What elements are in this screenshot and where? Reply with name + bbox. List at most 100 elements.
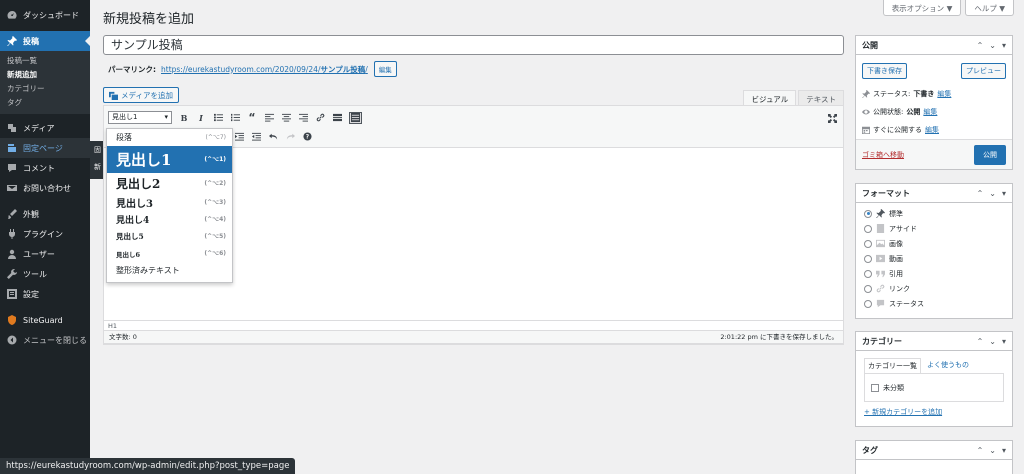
menu-media[interactable]: メディア [0,118,90,138]
caret-down-icon[interactable]: ▾ [1002,41,1006,50]
submenu-categories[interactable]: カテゴリー [0,82,90,96]
schedule-edit-link[interactable]: 編集 [925,125,939,135]
format-box-header[interactable]: フォーマット ⌃ ⌄ ▾ [856,184,1012,203]
screen-options-button[interactable]: 表示オプション ▼ [882,0,962,16]
align-left-icon[interactable] [264,113,274,123]
category-checkbox[interactable] [871,383,879,392]
radio-button[interactable] [864,209,872,218]
format-option-h1[interactable]: 見出し1 (^⌥1) [107,146,232,173]
format-option-h3[interactable]: 見出し3 (^⌥3) [107,193,232,211]
submenu-all-posts[interactable]: 投稿一覧 [0,54,90,68]
radio-button[interactable] [864,254,872,263]
caret-down-icon[interactable]: ▾ [1002,446,1006,455]
menu-siteguard[interactable]: SiteGuard [0,310,90,330]
format-radio-image[interactable]: 画像 [856,236,1012,251]
radio-button[interactable] [864,224,872,233]
chevron-down-icon[interactable]: ⌄ [989,446,996,455]
undo-icon[interactable] [268,131,278,141]
bold-icon[interactable]: B [179,113,189,123]
menu-dashboard[interactable]: ダッシュボード [0,5,90,25]
link-icon[interactable] [315,113,325,123]
radio-button[interactable] [864,269,872,278]
fullscreen-icon[interactable] [827,113,837,123]
menu-settings[interactable]: 設定 [0,284,90,304]
menu-posts[interactable]: 投稿 [0,31,90,51]
tab-all-categories[interactable]: カテゴリー一覧 [864,358,921,373]
add-category-link[interactable]: + 新規カテゴリーを追加 [864,408,942,416]
post-title-input[interactable]: サンプル投稿 [103,35,844,55]
format-option-shortcut: (^⌥2) [204,179,226,187]
format-radio-link[interactable]: リンク [856,281,1012,296]
format-option-h2[interactable]: 見出し2 (^⌥2) [107,173,232,193]
align-right-icon[interactable] [298,113,308,123]
read-more-icon[interactable] [332,113,342,123]
chevron-down-icon[interactable]: ⌄ [989,41,996,50]
submenu-tags[interactable]: タグ [0,96,90,110]
permalink-link[interactable]: https://eurekastudyroom.com/2020/09/24/サ… [161,64,368,75]
format-option-paragraph[interactable]: 段落 (^⌥7) [107,129,232,146]
save-draft-button[interactable]: 下書き保存 [862,63,907,79]
menu-tools[interactable]: ツール [0,264,90,284]
caret-down-icon[interactable]: ▾ [1002,337,1006,346]
format-radio-standard[interactable]: 標準 [856,206,1012,221]
menu-users[interactable]: ユーザー [0,244,90,264]
menu-dashboard-label: ダッシュボード [23,10,79,20]
menu-siteguard-label: SiteGuard [23,315,63,325]
menu-pages[interactable]: 固定ページ [0,138,90,158]
status-edit-link[interactable]: 編集 [937,89,951,99]
radio-button[interactable] [864,239,872,248]
format-radio-video[interactable]: 動画 [856,251,1012,266]
permalink-edit-button[interactable]: 編集 [373,61,397,77]
menu-appearance[interactable]: 外観 [0,204,90,224]
toolbar-toggle-icon[interactable] [349,111,362,124]
help-button[interactable]: ヘルプ ▼ [965,0,1014,16]
align-center-icon[interactable] [281,113,291,123]
chevron-up-icon[interactable]: ⌃ [977,337,984,346]
format-option-h4[interactable]: 見出し4 (^⌥4) [107,211,232,228]
bullet-list-icon[interactable] [213,113,223,123]
radio-button[interactable] [864,299,872,308]
category-box-header[interactable]: カテゴリー ⌃ ⌄ ▾ [856,332,1012,351]
publish-button[interactable]: 公開 [974,144,1006,165]
chevron-down-icon[interactable]: ⌄ [989,189,996,198]
tab-text[interactable]: テキスト [798,90,844,105]
menu-contact[interactable]: お問い合わせ [0,178,90,198]
redo-icon[interactable] [285,131,295,141]
menu-collapse[interactable]: メニューを閉じる [0,330,90,350]
chevron-up-icon[interactable]: ⌃ [977,41,984,50]
tag-box-header[interactable]: タグ ⌃ ⌄ ▾ [856,441,1012,460]
dashboard-icon [6,9,18,21]
visibility-edit-link[interactable]: 編集 [923,107,937,117]
tab-popular-categories[interactable]: よく使うもの [927,358,969,373]
blockquote-icon[interactable]: “ [247,111,257,124]
numbered-list-icon[interactable] [230,113,240,123]
indent-icon[interactable] [234,131,244,141]
outdent-icon[interactable] [251,131,261,141]
format-radio-aside[interactable]: アサイド [856,221,1012,236]
format-option-h6[interactable]: 見出し6 (^⌥6) [107,245,232,262]
move-to-trash-link[interactable]: ゴミ箱へ移動 [862,150,904,160]
format-select[interactable]: 見出し1 [108,111,172,124]
schedule-label: すぐに公開する [873,126,922,134]
schedule-row: すぐに公開する 編集 [856,121,1012,139]
format-option-h5[interactable]: 見出し5 (^⌥5) [107,228,232,245]
format-option-label: 見出し6 [116,250,141,259]
tab-visual[interactable]: ビジュアル [743,90,797,105]
radio-button[interactable] [864,284,872,293]
menu-plugins[interactable]: プラグイン [0,224,90,244]
format-radio-status[interactable]: ステータス [856,296,1012,311]
format-radio-quote[interactable]: 引用 [856,266,1012,281]
format-option-preformatted[interactable]: 整形済みテキスト [107,262,232,279]
menu-comments[interactable]: コメント [0,158,90,178]
chevron-down-icon[interactable]: ⌄ [989,337,996,346]
help-circle-icon[interactable]: ? [302,131,312,141]
chevron-up-icon[interactable]: ⌃ [977,189,984,198]
chevron-up-icon[interactable]: ⌃ [977,446,984,455]
caret-down-icon[interactable]: ▾ [1002,189,1006,198]
publish-box-header[interactable]: 公開 ⌃ ⌄ ▾ [856,36,1012,55]
add-media-button[interactable]: メディアを追加 [103,87,179,103]
preview-button[interactable]: プレビュー [961,63,1006,79]
italic-icon[interactable]: I [196,113,206,123]
permalink-base: https://eurekastudyroom.com/2020/09/24/ [161,64,321,74]
submenu-add-new[interactable]: 新規追加 [0,68,90,82]
